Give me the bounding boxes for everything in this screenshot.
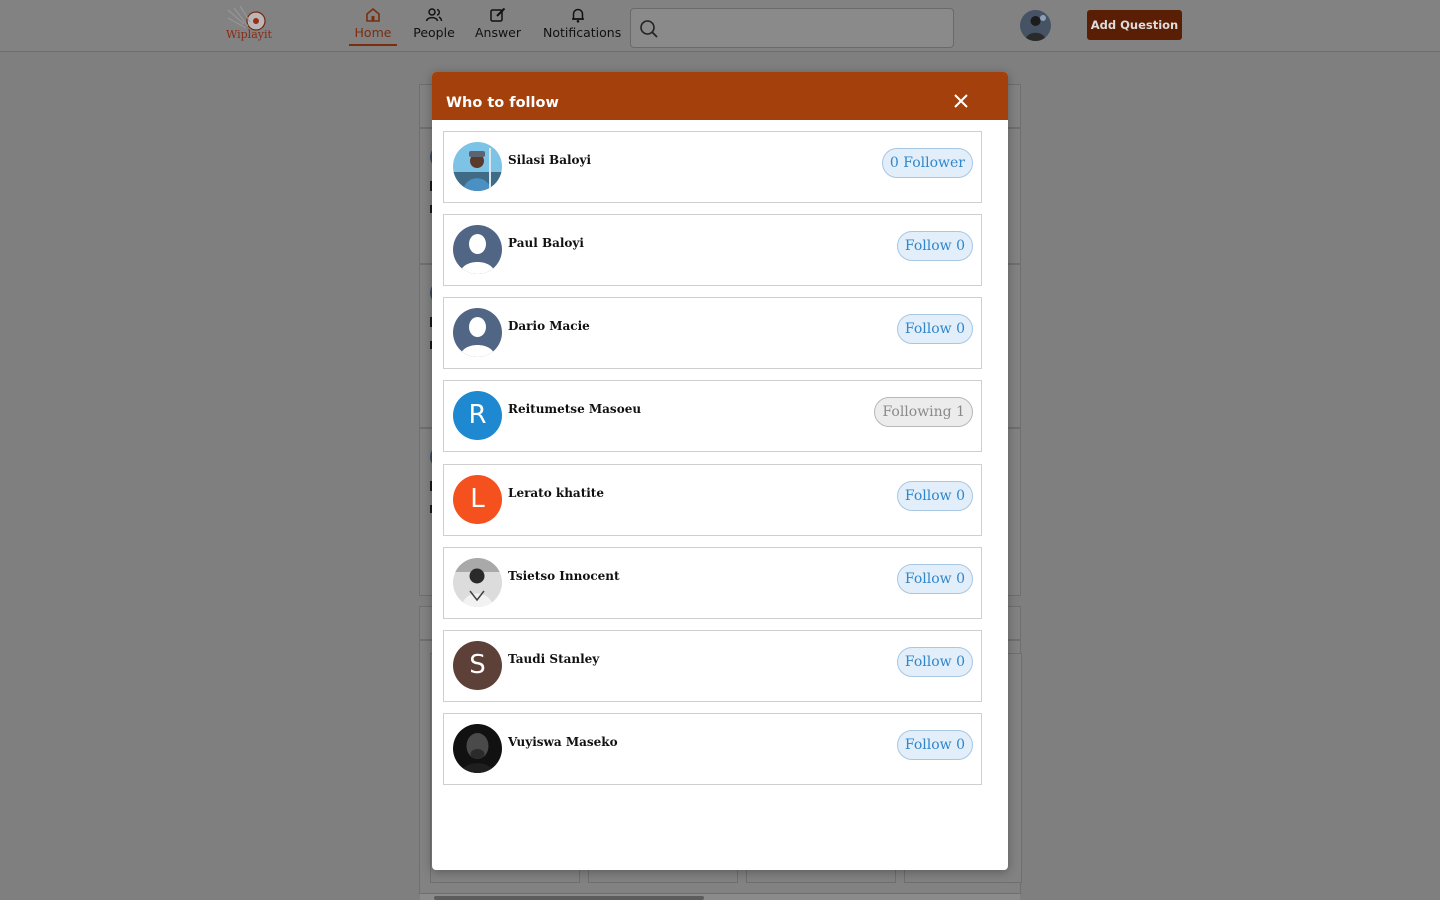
follow-button[interactable]: Follow 0 <box>896 647 973 677</box>
user-name[interactable]: Silasi Baloyi <box>508 153 591 167</box>
user-photo <box>453 558 502 607</box>
user-name[interactable]: Paul Baloyi <box>508 236 584 250</box>
logo-text: Wiplayit <box>226 28 272 41</box>
follow-button[interactable]: Follow 0 <box>896 564 973 594</box>
search-icon <box>640 20 658 38</box>
nav-answer[interactable]: Answer <box>474 6 522 46</box>
search-box[interactable] <box>630 8 954 48</box>
modal-title: Who to follow <box>446 95 559 111</box>
user-row: Paul Baloyi Follow 0 <box>443 214 982 286</box>
user-avatar[interactable] <box>453 724 502 773</box>
nav-notifications-label: Notifications <box>543 25 622 40</box>
user-avatar[interactable] <box>453 225 502 274</box>
add-question-button[interactable]: Add Question <box>1087 10 1182 40</box>
user-avatar[interactable]: R <box>453 391 502 440</box>
user-row: S Taudi Stanley Follow 0 <box>443 630 982 702</box>
user-row: Tsietso Innocent Follow 0 <box>443 547 982 619</box>
user-name[interactable]: Vuyiswa Maseko <box>508 735 618 749</box>
user-name[interactable]: Reitumetse Masoeu <box>508 402 641 416</box>
nav-home-label: Home <box>354 25 392 40</box>
follow-button[interactable]: Follow 0 <box>896 481 973 511</box>
user-avatar[interactable]: S <box>453 641 502 690</box>
user-photo <box>453 142 502 191</box>
user-row: R Reitumetse Masoeu Following 1 <box>443 380 982 452</box>
user-row: Vuyiswa Maseko Follow 0 <box>443 713 982 785</box>
carousel-scrollbar-thumb[interactable] <box>434 896 704 900</box>
follow-button[interactable]: Follow 0 <box>896 314 973 344</box>
user-avatar[interactable] <box>453 558 502 607</box>
bell-icon <box>572 8 584 23</box>
profile-avatar[interactable] <box>1020 10 1051 41</box>
modal-header: Who to follow <box>432 72 1008 120</box>
edit-icon <box>490 7 506 22</box>
site-logo[interactable]: Wiplayit <box>224 4 272 46</box>
nav-people[interactable]: People <box>411 6 457 46</box>
user-row: L Lerato khatite Follow 0 <box>443 464 982 536</box>
user-name[interactable]: Taudi Stanley <box>508 652 599 666</box>
nav-people-label: People <box>413 25 455 40</box>
top-navbar: Wiplayit Home People Answer Notification… <box>0 0 1440 52</box>
user-name[interactable]: Dario Macie <box>508 319 590 333</box>
close-button[interactable] <box>950 90 972 112</box>
nav-notifications[interactable]: Notifications <box>543 6 621 46</box>
user-avatar[interactable]: L <box>453 475 502 524</box>
default-avatar-icon <box>453 308 502 357</box>
follow-button[interactable]: Follow 0 <box>896 730 973 760</box>
home-icon <box>366 7 380 22</box>
user-avatar[interactable] <box>453 308 502 357</box>
search-input[interactable] <box>669 17 939 39</box>
nav-home[interactable]: Home <box>349 6 397 46</box>
user-name[interactable]: Lerato khatite <box>508 486 604 500</box>
user-photo <box>453 724 502 773</box>
profile-avatar-image <box>1020 10 1051 41</box>
user-avatar[interactable] <box>453 142 502 191</box>
user-name[interactable]: Tsietso Innocent <box>508 569 620 583</box>
people-icon <box>425 8 443 22</box>
user-row: Silasi Baloyi 0 Follower <box>443 131 982 203</box>
following-button[interactable]: Following 1 <box>874 397 973 427</box>
default-avatar-icon <box>453 225 502 274</box>
follow-button[interactable]: Follow 0 <box>896 231 973 261</box>
follower-count-button[interactable]: 0 Follower <box>881 148 973 178</box>
close-icon <box>954 94 968 108</box>
user-row: Dario Macie Follow 0 <box>443 297 982 369</box>
nav-answer-label: Answer <box>474 25 522 40</box>
who-to-follow-modal: Who to follow Silasi Baloyi 0 Follower P… <box>432 72 1008 870</box>
